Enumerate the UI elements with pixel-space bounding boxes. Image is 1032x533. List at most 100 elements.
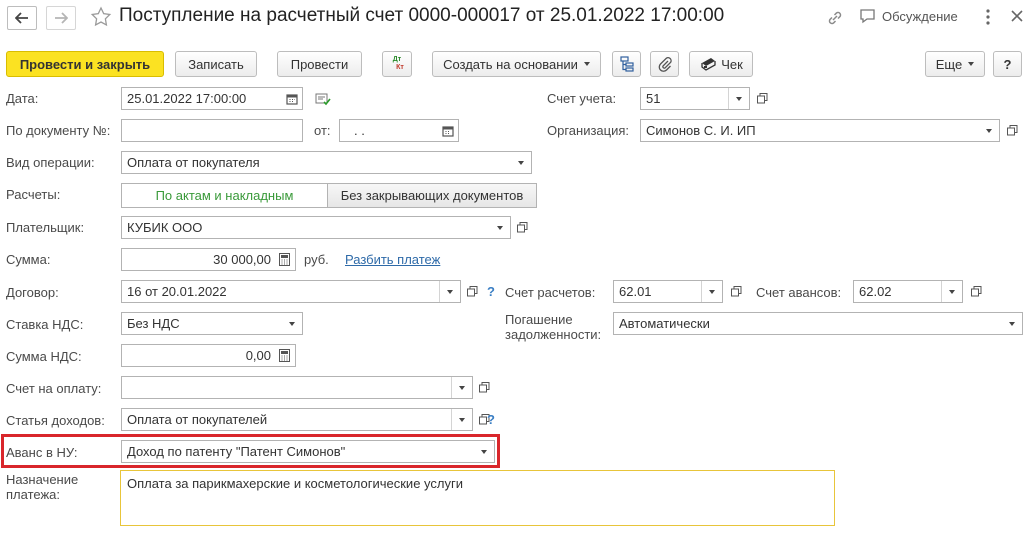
operation-value: Оплата от покупателя: [127, 155, 260, 170]
amount-value: 30 000,00: [213, 252, 271, 267]
organization-value: Симонов С. И. ИП: [646, 123, 756, 138]
discussion-button[interactable]: Обсуждение: [859, 8, 958, 24]
calculator-button[interactable]: [274, 249, 295, 270]
currency-label: руб.: [304, 252, 329, 267]
open-settlement-account-button[interactable]: [727, 281, 745, 301]
date-field[interactable]: 25.01.2022 17:00:00: [121, 87, 303, 110]
contract-label: Договор:: [6, 285, 59, 300]
advance-select[interactable]: Доход по патенту "Патент Симонов": [121, 440, 495, 463]
post-and-close-button[interactable]: Провести и закрыть: [6, 51, 164, 77]
from-date-field[interactable]: . .: [339, 119, 459, 142]
star-icon: [90, 6, 112, 27]
dropdown-button[interactable]: [728, 88, 749, 109]
settlements-option-acts[interactable]: По актам и накладным: [121, 183, 328, 208]
invoice-select[interactable]: [121, 376, 473, 399]
contract-help-icon[interactable]: ?: [487, 284, 495, 299]
save-button[interactable]: Записать: [175, 51, 257, 77]
vat-sum-input[interactable]: 0,00: [121, 344, 296, 367]
income-label: Статья доходов:: [6, 413, 105, 428]
calendar-button[interactable]: [437, 120, 458, 141]
back-button[interactable]: [7, 6, 37, 30]
close-icon: [1011, 10, 1023, 22]
purpose-label: Назначение платежа:: [6, 472, 78, 502]
close-button[interactable]: [1010, 9, 1024, 26]
open-organization-button[interactable]: [1003, 120, 1021, 140]
dropdown-button[interactable]: [281, 313, 302, 334]
document-check-icon: [315, 93, 331, 106]
debt-repayment-select[interactable]: Автоматически: [613, 312, 1023, 335]
forward-button[interactable]: [46, 6, 76, 30]
dropdown-button[interactable]: [451, 409, 472, 430]
settlements-option-no-docs[interactable]: Без закрывающих документов: [327, 183, 537, 208]
settlement-account-select[interactable]: 62.01: [613, 280, 723, 303]
chevron-down-icon: [496, 225, 503, 230]
chevron-down-icon: [736, 96, 742, 101]
vat-rate-value: Без НДС: [127, 316, 180, 331]
calculator-icon: [279, 253, 290, 266]
chevron-down-icon: [968, 62, 975, 66]
receipt-button[interactable]: Чек: [689, 51, 753, 77]
dropdown-button[interactable]: [489, 217, 510, 238]
dt-kt-button[interactable]: Дт Кт: [382, 51, 412, 77]
favorite-button[interactable]: [90, 6, 112, 28]
open-invoice-button[interactable]: [475, 377, 493, 397]
dropdown-button[interactable]: [510, 152, 531, 173]
attach-button[interactable]: [650, 51, 679, 77]
operation-select[interactable]: Оплата от покупателя: [121, 151, 532, 174]
amount-label: Сумма:: [6, 252, 51, 267]
vat-rate-select[interactable]: Без НДС: [121, 312, 303, 335]
invoice-label: Счет на оплату:: [6, 381, 102, 396]
menu-button[interactable]: [983, 7, 993, 30]
income-help-icon[interactable]: ?: [487, 412, 495, 427]
help-button[interactable]: ?: [993, 51, 1022, 77]
dt-kt-icon-top: Дт: [392, 56, 402, 63]
payer-select[interactable]: КУБИК ООО: [121, 216, 511, 239]
dt-kt-icon-bottom: Кт: [396, 64, 404, 71]
open-advance-account-button[interactable]: [967, 281, 985, 301]
account-select[interactable]: 51: [640, 87, 750, 110]
more-button[interactable]: Еще: [925, 51, 985, 77]
create-based-on-button[interactable]: Создать на основании: [432, 51, 601, 77]
chevron-down-icon: [288, 321, 295, 326]
more-vertical-icon: [986, 9, 990, 25]
organization-select[interactable]: Симонов С. И. ИП: [640, 119, 1000, 142]
open-account-button[interactable]: [753, 88, 771, 108]
debt-repayment-value: Автоматически: [619, 316, 710, 331]
dropdown-button[interactable]: [701, 281, 722, 302]
validate-button[interactable]: [314, 91, 332, 110]
dropdown-button[interactable]: [451, 377, 472, 398]
open-contract-button[interactable]: [463, 281, 481, 301]
paperclip-icon: [658, 57, 672, 72]
calculator-button[interactable]: [274, 345, 295, 366]
dropdown-button[interactable]: [439, 281, 460, 302]
date-value: 25.01.2022 17:00:00: [127, 91, 247, 106]
split-payment-link[interactable]: Разбить платеж: [345, 252, 440, 267]
purpose-textarea[interactable]: Оплата за парикмахерские и косметологиче…: [120, 470, 835, 526]
dropdown-button[interactable]: [1001, 313, 1022, 334]
hierarchy-icon: [619, 56, 634, 72]
advance-value: Доход по патенту "Патент Симонов": [127, 444, 346, 459]
open-window-icon: [516, 221, 527, 232]
income-value: Оплата от покупателей: [127, 412, 268, 427]
open-payer-button[interactable]: [513, 217, 531, 237]
open-window-icon: [1006, 124, 1017, 135]
dropdown-button[interactable]: [473, 441, 494, 462]
settlement-account-value: 62.01: [619, 284, 652, 299]
link-button[interactable]: [826, 9, 844, 30]
amount-input[interactable]: 30 000,00: [121, 248, 296, 271]
contract-select[interactable]: 16 от 20.01.2022: [121, 280, 461, 303]
chevron-down-icon: [447, 289, 453, 294]
create-based-on-label: Создать на основании: [443, 56, 578, 72]
structure-button[interactable]: [612, 51, 641, 77]
dropdown-button[interactable]: [978, 120, 999, 141]
dropdown-button[interactable]: [941, 281, 962, 302]
advance-account-select[interactable]: 62.02: [853, 280, 963, 303]
chevron-down-icon: [583, 62, 590, 66]
post-button[interactable]: Провести: [277, 51, 362, 77]
purpose-label-line1: Назначение: [6, 472, 79, 487]
income-select[interactable]: Оплата от покупателей: [121, 408, 473, 431]
calendar-button[interactable]: [281, 88, 302, 109]
doc-number-input[interactable]: [121, 119, 303, 142]
chevron-down-icon: [1008, 321, 1015, 326]
debt-repayment-label: Погашение задолженности:: [505, 312, 601, 342]
